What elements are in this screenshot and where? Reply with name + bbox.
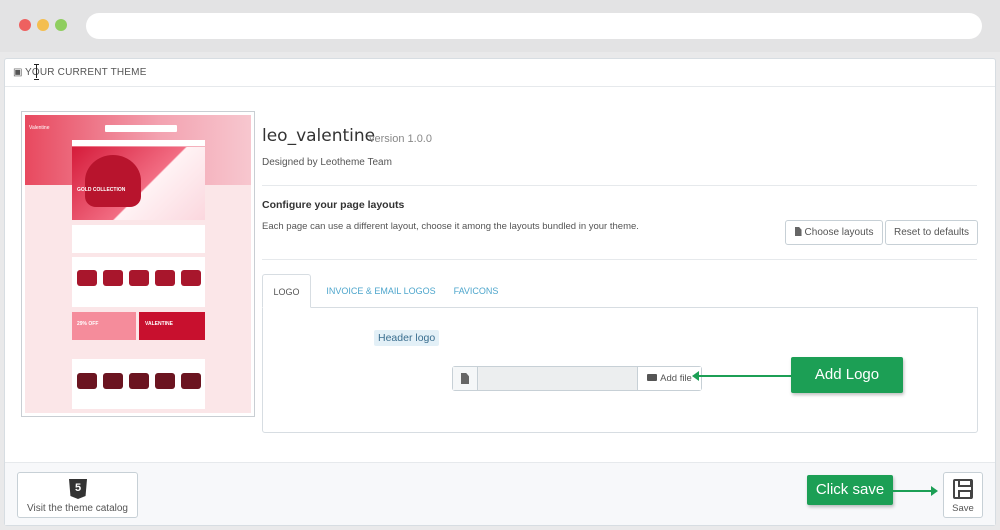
file-icon <box>461 373 469 384</box>
browser-chrome <box>0 0 1000 52</box>
html5-icon: ▣ <box>13 67 23 78</box>
folder-open-icon <box>647 374 658 381</box>
window-maximize-dot[interactable] <box>55 19 67 31</box>
layouts-description: Each page can use a different layout, ch… <box>262 221 639 232</box>
theme-author: Designed by Leotheme Team <box>262 157 392 168</box>
divider <box>262 259 977 260</box>
preview-hero-text: GOLD COLLECTION <box>77 187 126 193</box>
save-icon <box>953 479 973 499</box>
add-file-label: Add file <box>660 373 692 384</box>
tab-favicons[interactable]: FAVICONS <box>448 274 504 308</box>
window-minimize-dot[interactable] <box>37 19 49 31</box>
click-save-arrow <box>893 486 938 496</box>
add-logo-arrow <box>692 371 791 381</box>
file-icon-addon <box>453 367 478 390</box>
header-logo-upload: Add file <box>452 366 702 391</box>
click-save-callout: Click save <box>807 475 893 505</box>
text-cursor-icon <box>34 64 40 80</box>
html5-icon: 5 <box>69 479 87 499</box>
visit-theme-catalog-button[interactable]: 5 Visit the theme catalog <box>17 472 138 518</box>
add-logo-callout: Add Logo <box>791 357 903 393</box>
window-close-dot[interactable] <box>19 19 31 31</box>
reset-to-defaults-button[interactable]: Reset to defaults <box>885 220 978 245</box>
choose-layouts-label: Choose layouts <box>804 227 874 238</box>
preview-banner-left: 29% OFF <box>77 321 99 327</box>
header-logo-label: Header logo <box>374 330 440 346</box>
catalog-label: Visit the theme catalog <box>27 503 128 514</box>
theme-preview: Valentine GOLD COLLECTION 29% OFF VALENT… <box>21 111 255 417</box>
file-icon <box>794 227 802 236</box>
preview-logo: Valentine <box>29 125 50 131</box>
tab-logo[interactable]: LOGO <box>262 274 311 308</box>
address-bar[interactable] <box>86 13 982 39</box>
logo-tabs: LOGO INVOICE & EMAIL LOGOS FAVICONS <box>262 274 978 308</box>
theme-version: version 1.0.0 <box>369 133 432 145</box>
choose-layouts-button[interactable]: Choose layouts <box>785 220 883 245</box>
divider <box>262 185 977 186</box>
logo-file-input[interactable] <box>479 367 637 390</box>
theme-name: leo_valentine <box>262 126 376 146</box>
panel-title: YOUR CURRENT THEME <box>25 67 147 78</box>
save-label: Save <box>952 503 974 514</box>
save-button[interactable]: Save <box>943 472 983 518</box>
theme-preview-image: Valentine GOLD COLLECTION 29% OFF VALENT… <box>25 115 251 413</box>
preview-banner-right: VALENTINE <box>145 321 173 327</box>
layouts-title: Configure your page layouts <box>262 199 405 211</box>
tab-invoice-email-logos[interactable]: INVOICE & EMAIL LOGOS <box>318 274 444 308</box>
current-theme-panel: ▣ YOUR CURRENT THEME Valentine GOLD COLL… <box>4 58 996 526</box>
panel-heading: ▣ YOUR CURRENT THEME <box>5 59 995 87</box>
